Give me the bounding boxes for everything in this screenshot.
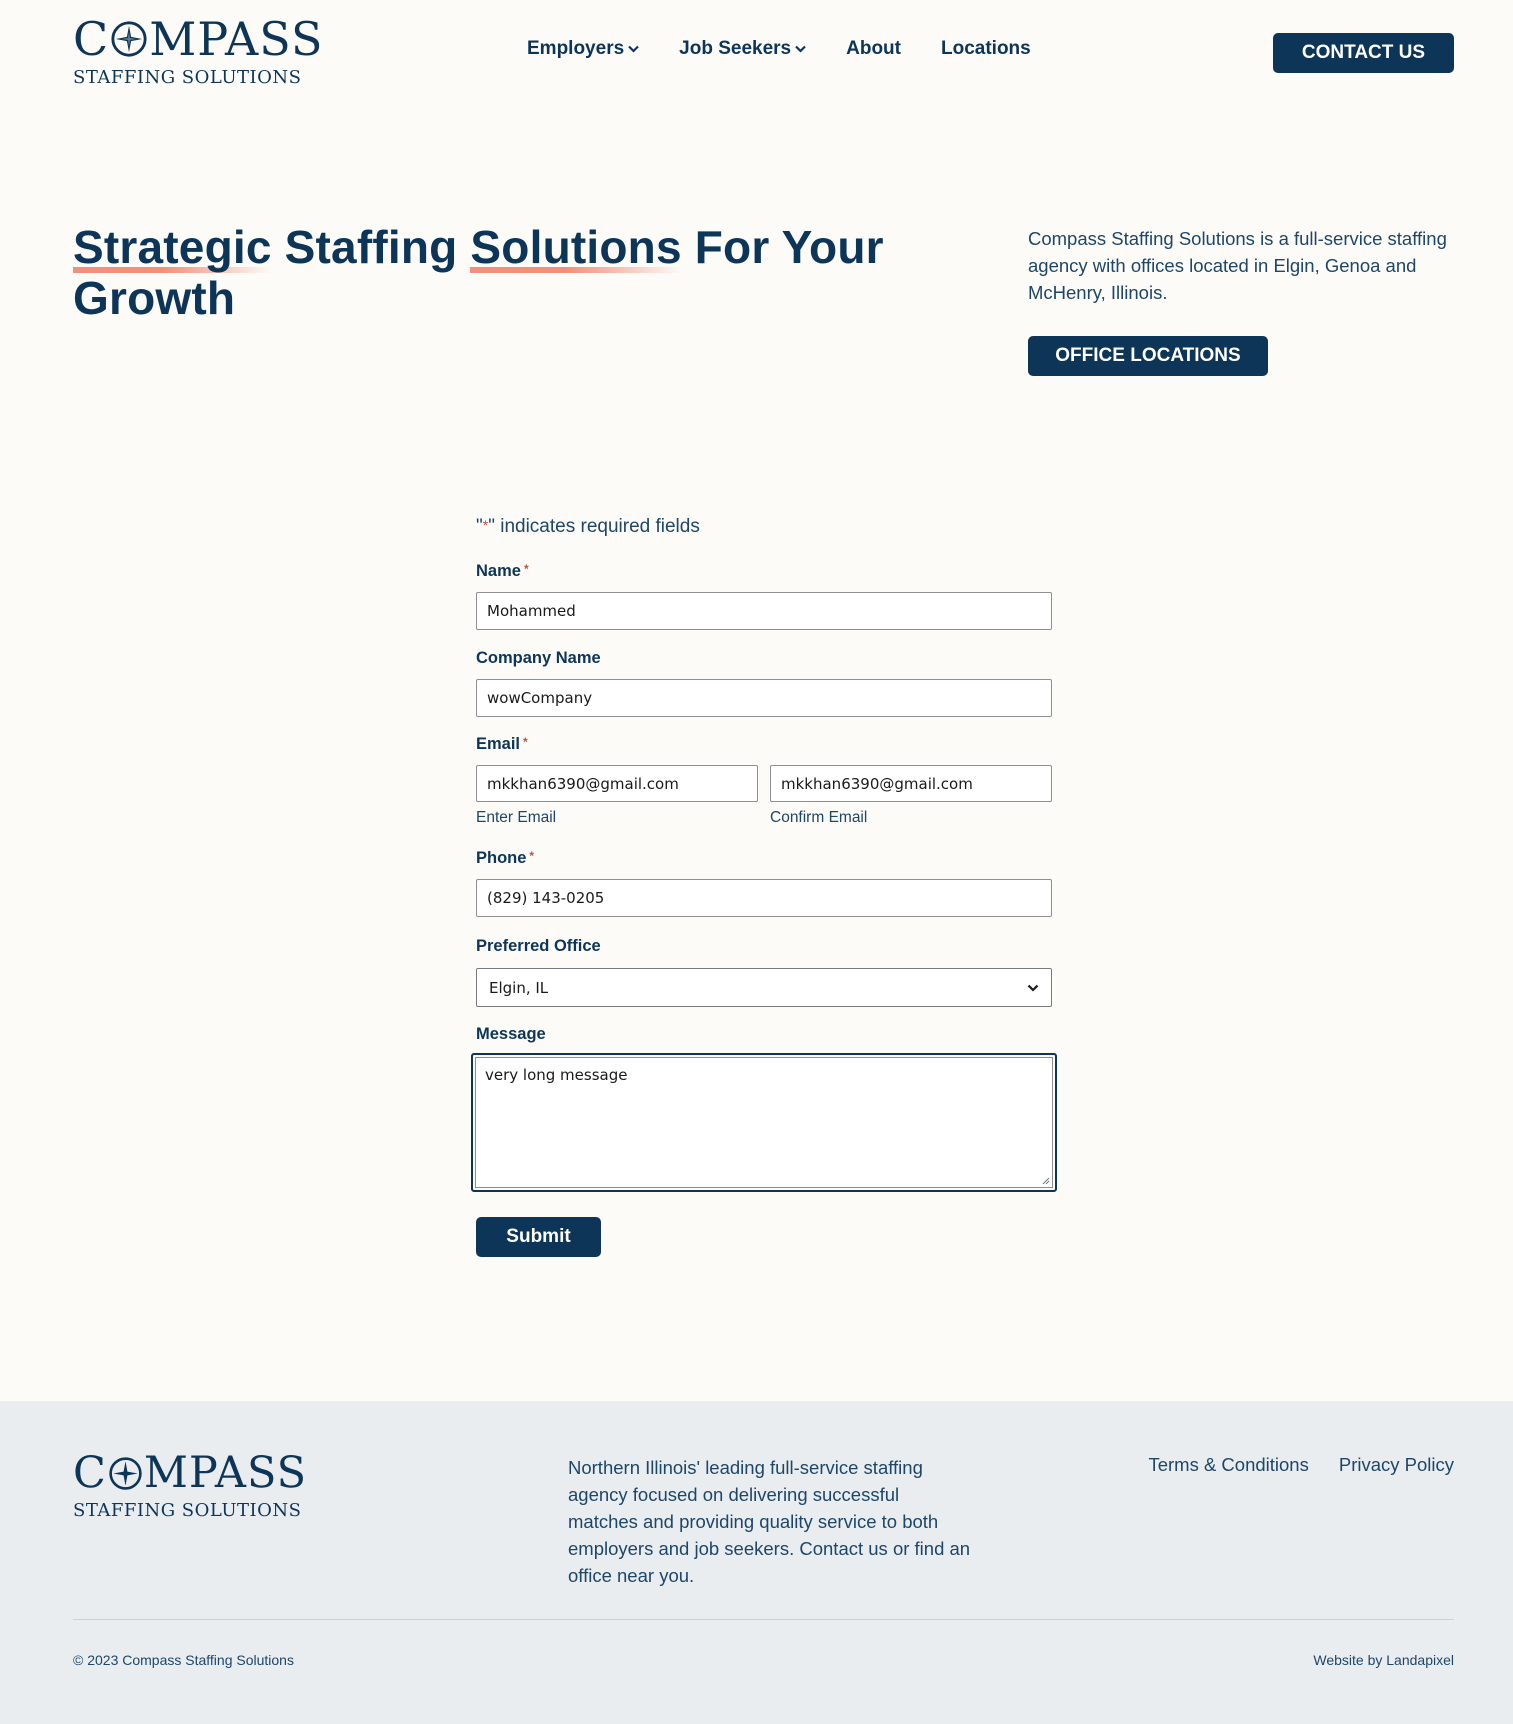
nav-item-employers[interactable]: Employers (527, 38, 639, 60)
nav-item-about[interactable]: About (846, 38, 901, 60)
confirm-email-sublabel: Confirm Email (770, 809, 868, 826)
selected-office-value: Elgin, IL (489, 978, 549, 997)
compass-star-icon (109, 1457, 142, 1490)
company-name-input[interactable] (476, 679, 1052, 717)
chevron-down-icon (795, 45, 806, 53)
contact-us-button[interactable]: CONTACT US (1273, 33, 1454, 73)
privacy-policy-link[interactable]: Privacy Policy (1339, 1454, 1454, 1476)
message-focus-ring: very long message (471, 1053, 1057, 1192)
compass-star-icon (111, 21, 147, 57)
company-name-label: Company Name (476, 649, 601, 667)
message-label: Message (476, 1025, 546, 1043)
logo-wordmark: C MPASS (73, 1448, 308, 1498)
email-label: Email * (476, 735, 528, 753)
hero-title-highlight: Strategic (73, 221, 272, 273)
preferred-office-select[interactable]: Elgin, IL (476, 968, 1052, 1007)
resize-handle-icon[interactable] (1042, 1177, 1050, 1185)
submit-button[interactable]: Submit (476, 1217, 601, 1257)
name-input[interactable] (476, 592, 1052, 630)
main-nav: Employers Job Seekers About Locations (527, 38, 1031, 60)
footer-logo[interactable]: C MPASS STAFFING SOLUTIONS (73, 1448, 308, 1522)
footer-links: Terms & Conditions Privacy Policy (1148, 1454, 1454, 1476)
chevron-down-icon (628, 45, 639, 53)
message-textarea[interactable]: very long message (475, 1057, 1053, 1188)
confirm-email-input[interactable] (770, 765, 1052, 802)
header-logo[interactable]: C MPASS STAFFING SOLUTIONS (73, 16, 323, 88)
copyright-text: © 2023 Compass Staffing Solutions (73, 1652, 294, 1668)
nav-item-job-seekers[interactable]: Job Seekers (679, 38, 806, 60)
phone-input[interactable] (476, 879, 1052, 917)
enter-email-sublabel: Enter Email (476, 809, 557, 826)
chevron-down-icon (1027, 984, 1039, 992)
website-credit-link[interactable]: Website by Landapixel (1313, 1652, 1454, 1668)
site-footer: C MPASS STAFFING SOLUTIONS Northern Illi… (0, 1401, 1513, 1724)
logo-tagline: STAFFING SOLUTIONS (73, 1500, 302, 1521)
required-fields-note: "*" indicates required fields (476, 516, 700, 537)
hero-title-highlight: Solutions (470, 221, 683, 273)
terms-conditions-link[interactable]: Terms & Conditions (1148, 1454, 1308, 1476)
hero-title: Strategic Staffing Solutions For Your Gr… (73, 221, 884, 324)
name-label: Name * (476, 562, 529, 580)
footer-divider (73, 1619, 1454, 1620)
nav-item-locations[interactable]: Locations (941, 38, 1031, 60)
site-header: C MPASS STAFFING SOLUTIONS Employers Job… (0, 0, 1513, 110)
logo-tagline: STAFFING SOLUTIONS (73, 67, 302, 88)
email-input[interactable] (476, 765, 758, 802)
hero-description: Compass Staffing Solutions is a full-ser… (1028, 228, 1447, 303)
phone-label: Phone * (476, 849, 535, 867)
preferred-office-label: Preferred Office (476, 937, 601, 955)
office-locations-button[interactable]: OFFICE LOCATIONS (1028, 336, 1268, 376)
footer-description: Northern Illinois' leading full-service … (568, 1457, 971, 1586)
logo-wordmark: C MPASS (73, 12, 324, 66)
